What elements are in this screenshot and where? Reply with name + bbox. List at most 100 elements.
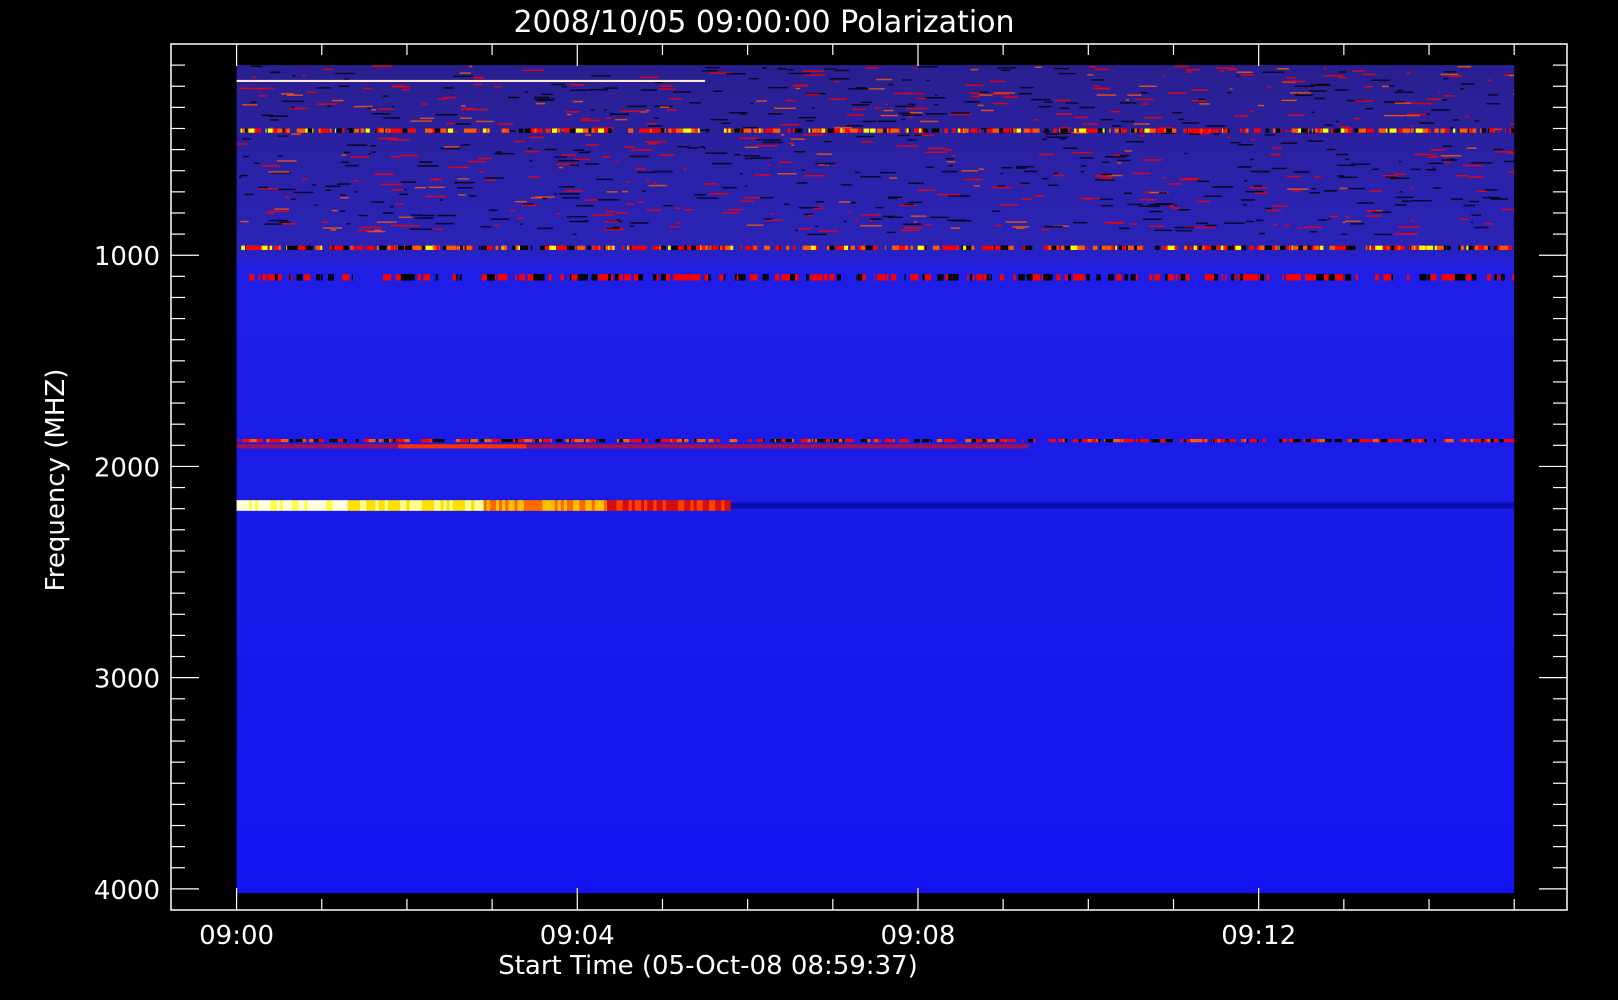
heatmap-feature-noisy-band xyxy=(578,151,590,154)
heatmap-feature-noisy-band xyxy=(964,101,980,103)
heatmap-feature-speckled-line xyxy=(930,439,932,443)
heatmap-feature-noisy-band xyxy=(910,215,927,217)
heatmap-feature-noisy-band xyxy=(1119,154,1130,157)
heatmap-feature-speckled-line xyxy=(1136,245,1143,250)
heatmap-feature-noisy-band xyxy=(694,194,706,196)
heatmap-feature-noisy-band xyxy=(371,113,391,115)
heatmap-feature-speckled-line xyxy=(1265,128,1270,133)
heatmap-feature-faint-speckle xyxy=(296,274,303,281)
heatmap-feature-fading-burst xyxy=(668,500,673,511)
heatmap-feature-noisy-band xyxy=(414,217,434,219)
heatmap-feature-faint-speckle xyxy=(829,274,834,281)
heatmap-feature-speckled-line xyxy=(432,439,438,443)
heatmap-feature-noisy-band xyxy=(1490,198,1509,200)
heatmap-feature-noisy-band xyxy=(928,147,946,150)
heatmap-feature-noisy-band xyxy=(1399,161,1402,163)
heatmap-feature-noisy-band xyxy=(238,87,250,90)
heatmap-feature-noisy-band xyxy=(322,227,343,229)
heatmap-feature-speckled-line xyxy=(966,128,969,133)
heatmap-feature-noisy-band xyxy=(1173,204,1177,207)
heatmap-feature-speckled-line xyxy=(1509,128,1511,133)
heatmap-feature-noisy-band xyxy=(556,212,561,215)
heatmap-feature-speckled-line xyxy=(420,439,425,443)
heatmap-feature-faint-speckle xyxy=(687,274,691,281)
heatmap-feature-speckled-line xyxy=(721,245,725,250)
heatmap-feature-noisy-band xyxy=(616,219,620,221)
heatmap-feature-noisy-band xyxy=(321,221,329,223)
heatmap-feature-speckled-line xyxy=(320,128,329,133)
heatmap-feature-faint-speckle xyxy=(316,274,320,281)
heatmap-feature-speckled-line xyxy=(813,439,815,443)
heatmap-feature-noisy-band xyxy=(740,113,747,115)
heatmap-feature-noisy-band xyxy=(1001,167,1013,169)
heatmap-feature-fading-burst xyxy=(594,500,599,511)
heatmap-feature-noisy-band xyxy=(454,181,459,184)
heatmap-feature-noisy-band xyxy=(1459,88,1465,90)
heatmap-feature-noisy-band xyxy=(1484,189,1498,191)
heatmap-feature-speckled-line xyxy=(1032,128,1040,133)
heatmap-feature-fading-burst xyxy=(502,500,506,511)
heatmap-feature-noisy-band xyxy=(1101,173,1113,176)
heatmap-feature-speckled-line xyxy=(1497,245,1500,250)
heatmap-feature-speckled-line xyxy=(652,245,659,250)
heatmap-feature-speckled-line xyxy=(691,245,696,250)
heatmap-feature-noisy-band xyxy=(1462,164,1483,167)
heatmap-feature-speckled-line xyxy=(1014,128,1016,133)
heatmap-feature-speckled-line xyxy=(764,245,771,250)
heatmap-feature-noisy-band xyxy=(240,174,248,177)
heatmap-feature-speckled-line xyxy=(1218,439,1221,443)
heatmap-feature-speckled-line xyxy=(1062,439,1065,443)
heatmap-feature-speckled-line xyxy=(486,128,488,133)
heatmap-feature-fading-burst xyxy=(508,500,512,511)
heatmap-feature-speckled-line xyxy=(501,128,505,133)
heatmap-feature-fading-burst xyxy=(378,500,383,511)
heatmap-feature-noisy-band xyxy=(834,80,839,83)
heatmap-feature-faint-speckle xyxy=(1449,274,1455,281)
heatmap-feature-noisy-band xyxy=(1264,134,1276,136)
heatmap-feature-noisy-band xyxy=(313,204,318,206)
heatmap-feature-speckled-line xyxy=(1332,245,1336,250)
heatmap-feature-speckled-line xyxy=(593,245,598,250)
heatmap-feature-faint-speckle xyxy=(409,274,415,281)
heatmap-feature-noisy-band xyxy=(1396,89,1404,92)
heatmap-feature-noisy-band xyxy=(750,102,754,105)
heatmap-feature-speckled-line xyxy=(527,439,533,443)
heatmap-feature-noisy-band xyxy=(1468,200,1479,203)
heatmap-feature-faint-speckle xyxy=(1116,274,1122,281)
heatmap-feature-noisy-band xyxy=(1253,185,1263,187)
heatmap-feature-speckled-line xyxy=(1212,439,1214,443)
heatmap-feature-noisy-band xyxy=(435,222,455,225)
heatmap-feature-faint-speckle xyxy=(1338,274,1344,281)
heatmap-feature-speckled-line xyxy=(749,128,752,133)
heatmap-feature-speckled-line xyxy=(289,439,294,443)
heatmap-feature-noisy-band xyxy=(251,65,263,67)
heatmap-feature-speckled-line xyxy=(267,128,273,133)
heatmap-feature-speckled-line xyxy=(267,245,270,250)
heatmap-feature-speckled-line xyxy=(564,128,570,133)
heatmap-feature-noisy-band xyxy=(1474,120,1480,122)
heatmap-feature-faint-speckle xyxy=(948,274,952,281)
heatmap-feature-noisy-band xyxy=(1101,205,1113,207)
heatmap-feature-speckled-line xyxy=(307,128,313,133)
heatmap-feature-noisy-band xyxy=(282,100,305,103)
heatmap-feature-speckled-line xyxy=(1330,128,1334,133)
heatmap-feature-noisy-band xyxy=(1198,98,1206,101)
heatmap-feature-noisy-band xyxy=(529,160,533,162)
heatmap-feature-faint-speckle xyxy=(435,274,439,281)
heatmap-feature-noisy-band xyxy=(811,107,815,109)
heatmap-feature-speckled-line xyxy=(575,128,583,133)
heatmap-feature-noisy-band xyxy=(529,136,544,139)
heatmap-feature-noisy-band xyxy=(1494,151,1513,153)
heatmap-feature-noisy-band xyxy=(908,182,924,185)
heatmap-feature-faint-speckle xyxy=(795,274,799,281)
heatmap-feature-speckled-line xyxy=(460,439,468,443)
heatmap-feature-noisy-band xyxy=(659,106,669,108)
heatmap-feature-noisy-band xyxy=(419,214,435,217)
heatmap-feature-speckled-line xyxy=(1375,245,1383,250)
heatmap-feature-noisy-band xyxy=(410,120,433,122)
heatmap-feature-noisy-band xyxy=(762,67,767,69)
heatmap-feature-noisy-band xyxy=(1020,182,1030,184)
heatmap-feature-noisy-band xyxy=(1094,85,1100,87)
heatmap-feature-noisy-band xyxy=(1236,71,1253,73)
heatmap-feature-speckled-line xyxy=(843,245,848,250)
